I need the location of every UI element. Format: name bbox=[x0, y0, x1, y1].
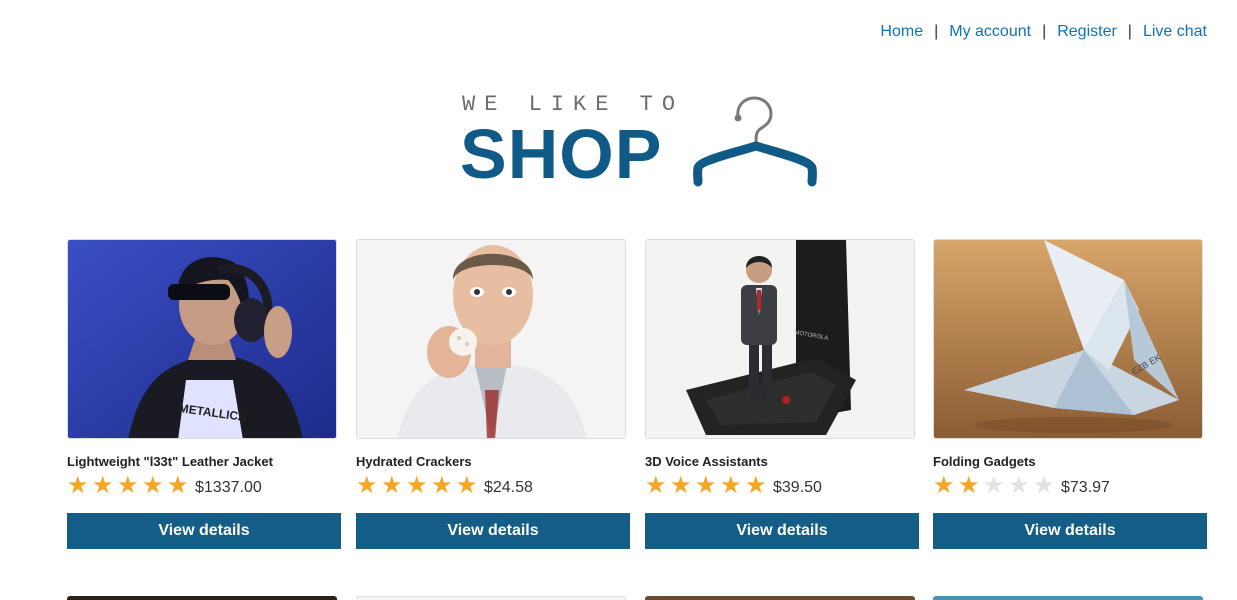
star-empty-icon: ★ bbox=[983, 472, 1005, 499]
view-details-button[interactable]: View details bbox=[67, 513, 341, 549]
star-rating: ★ ★ ★ ★ ★ bbox=[67, 474, 192, 498]
product-image[interactable] bbox=[67, 596, 337, 600]
figurine-on-phone-photo: MOTOROLA bbox=[646, 240, 914, 438]
product-price: $24.58 bbox=[484, 478, 533, 496]
product-card: MOTOROLA 3D Voice Assistants ★ ★ ★ ★ ★ $39.5… bbox=[645, 239, 919, 549]
star-filled-icon: ★ bbox=[933, 472, 955, 499]
man-eating-cracker-photo bbox=[357, 240, 625, 438]
nav-home-link[interactable]: Home bbox=[880, 23, 923, 41]
next-product-row bbox=[67, 596, 1208, 600]
nav-separator: | bbox=[1042, 23, 1047, 40]
star-filled-icon: ★ bbox=[406, 472, 428, 499]
origami-bird-photo: EZB EK bbox=[934, 240, 1202, 438]
star-empty-icon: ★ bbox=[1033, 472, 1055, 499]
star-filled-icon: ★ bbox=[695, 472, 717, 499]
rating-row: ★ ★ ★ ★ ★ $24.58 bbox=[356, 474, 630, 498]
star-filled-icon: ★ bbox=[92, 472, 114, 499]
nav-separator: | bbox=[934, 23, 939, 40]
star-filled-icon: ★ bbox=[745, 472, 767, 499]
star-filled-icon: ★ bbox=[670, 472, 692, 499]
product-name[interactable]: Hydrated Crackers bbox=[356, 454, 630, 470]
product-image[interactable]: EZB EK bbox=[933, 239, 1203, 439]
star-filled-icon: ★ bbox=[356, 472, 378, 499]
product-image[interactable]: MOTOROLA bbox=[645, 239, 915, 439]
product-image[interactable]: METALLICA bbox=[67, 239, 337, 439]
star-filled-icon: ★ bbox=[117, 472, 139, 499]
rating-row: ★ ★ ★ ★ ★ $1337.00 bbox=[67, 474, 341, 498]
star-rating: ★ ★ ★ ★ ★ bbox=[645, 474, 770, 498]
product-price: $73.97 bbox=[1061, 478, 1110, 496]
woman-headphones-photo: METALLICA bbox=[68, 240, 336, 438]
star-filled-icon: ★ bbox=[720, 472, 742, 499]
product-image[interactable] bbox=[356, 239, 626, 439]
site-logo[interactable]: WE LIKE TO SHOP bbox=[460, 92, 820, 193]
product-price: $1337.00 bbox=[195, 478, 262, 496]
product-image[interactable] bbox=[356, 596, 626, 600]
logo-wordmark: SHOP bbox=[460, 115, 663, 193]
star-filled-icon: ★ bbox=[167, 472, 189, 499]
nav-register-link[interactable]: Register bbox=[1057, 23, 1117, 41]
product-card: METALLICA Lightweight "l33t" Leather Jac… bbox=[67, 239, 341, 549]
nav-my-account-link[interactable]: My account bbox=[949, 23, 1031, 41]
star-rating: ★ ★ ★ ★ ★ bbox=[356, 474, 481, 498]
view-details-button[interactable]: View details bbox=[933, 513, 1207, 549]
hanger-icon bbox=[693, 96, 817, 187]
product-image[interactable] bbox=[645, 596, 915, 600]
view-details-button[interactable]: View details bbox=[356, 513, 630, 549]
nav-separator: | bbox=[1127, 23, 1132, 40]
view-details-button[interactable]: View details bbox=[645, 513, 919, 549]
rating-row: ★ ★ ★ ★ ★ $39.50 bbox=[645, 474, 919, 498]
star-filled-icon: ★ bbox=[645, 472, 667, 499]
product-card: Hydrated Crackers ★ ★ ★ ★ ★ $24.58 View deta… bbox=[356, 239, 630, 549]
star-filled-icon: ★ bbox=[456, 472, 478, 499]
product-name[interactable]: Lightweight "l33t" Leather Jacket bbox=[67, 454, 341, 470]
star-filled-icon: ★ bbox=[67, 472, 89, 499]
star-filled-icon: ★ bbox=[142, 472, 164, 499]
top-navigation: Home | My account | Register | Live chat bbox=[880, 23, 1207, 41]
star-filled-icon: ★ bbox=[431, 472, 453, 499]
product-image[interactable] bbox=[933, 596, 1203, 600]
nav-live-chat-link[interactable]: Live chat bbox=[1143, 23, 1207, 41]
product-name[interactable]: Folding Gadgets bbox=[933, 454, 1207, 470]
product-card: EZB EK Folding Gadgets ★ ★ ★ ★ ★ $73.97 View… bbox=[933, 239, 1207, 549]
star-rating: ★ ★ ★ ★ ★ bbox=[933, 474, 1058, 498]
star-empty-icon: ★ bbox=[1008, 472, 1030, 499]
rating-row: ★ ★ ★ ★ ★ $73.97 bbox=[933, 474, 1207, 498]
star-filled-icon: ★ bbox=[958, 472, 980, 499]
product-name[interactable]: 3D Voice Assistants bbox=[645, 454, 919, 470]
product-price: $39.50 bbox=[773, 478, 822, 496]
star-filled-icon: ★ bbox=[381, 472, 403, 499]
